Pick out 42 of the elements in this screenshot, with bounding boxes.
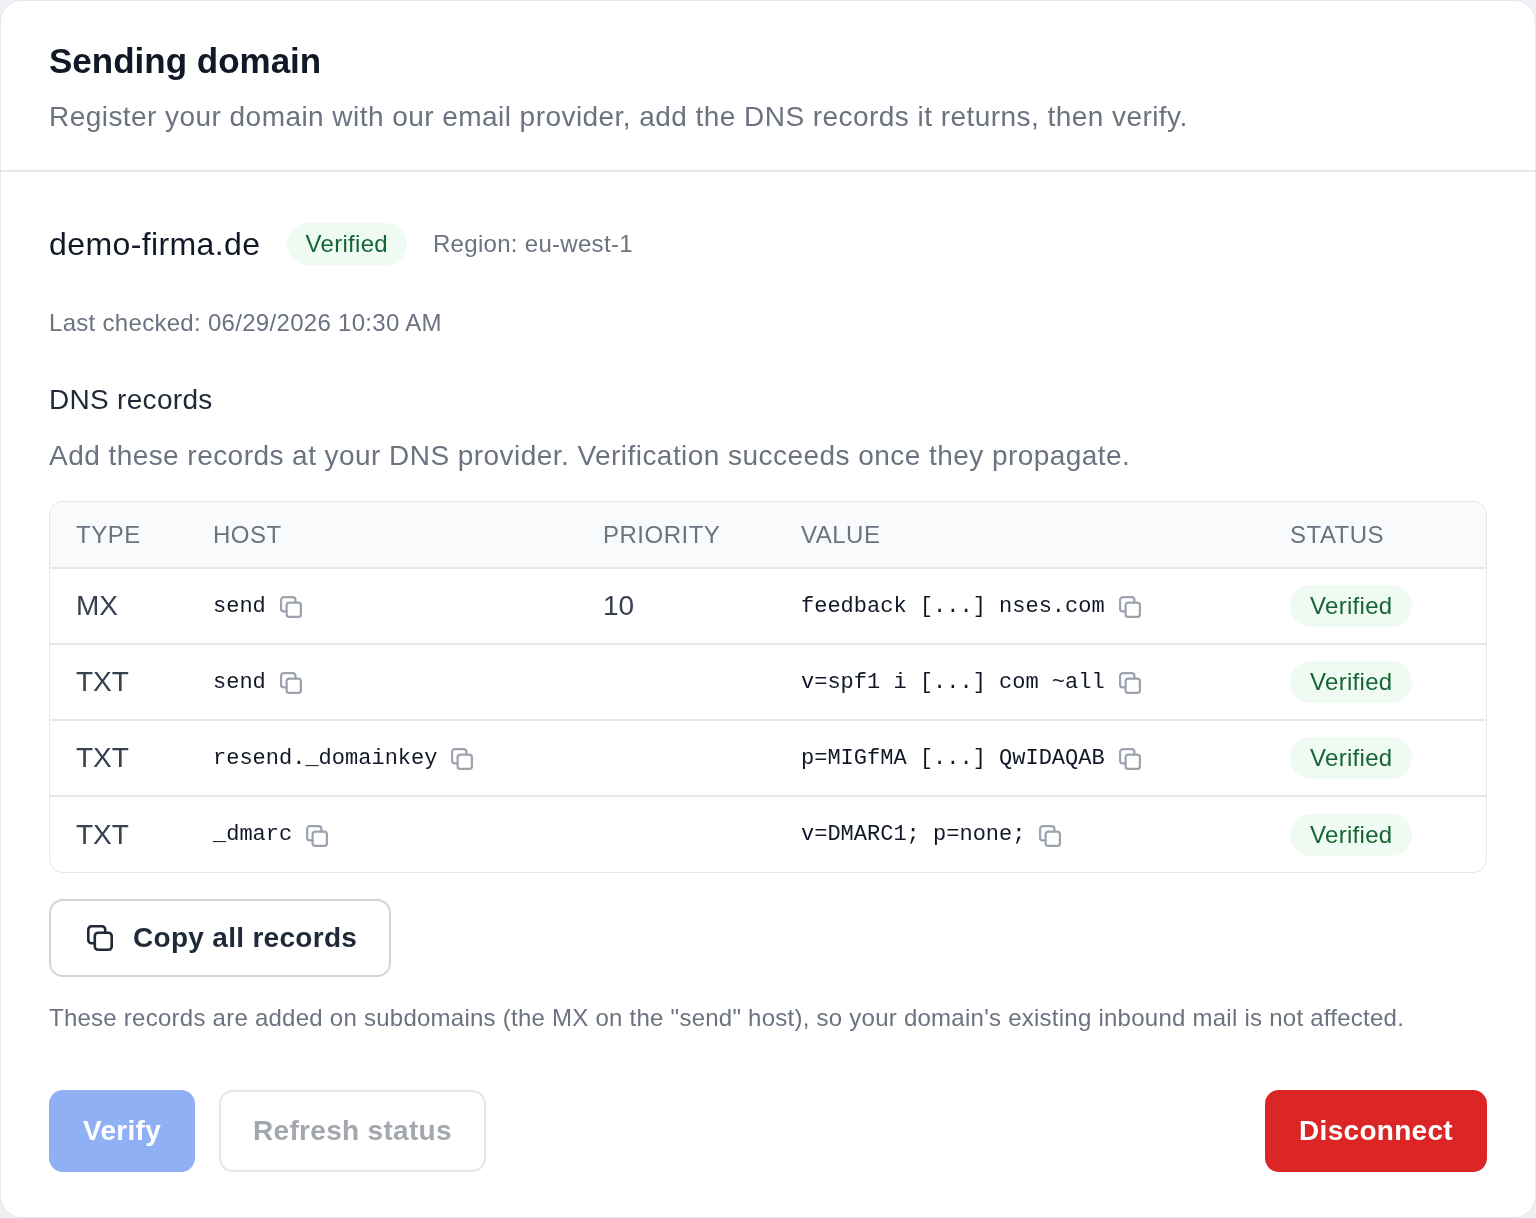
copy-all-records-button[interactable]: Copy all records [49,899,392,977]
status-badge: Verified [1290,813,1413,856]
copy-icon[interactable] [279,596,302,619]
copy-icon[interactable] [451,748,474,771]
column-header: VALUE [775,502,1264,568]
copy-icon[interactable] [1118,672,1141,695]
disconnect-button[interactable]: Disconnect [1265,1090,1487,1172]
host-name: _dmarc [213,822,293,847]
status-badge: Verified [1290,737,1413,779]
record-value: v=DMARC1; p=none; [801,822,1026,847]
dns-records-heading: DNS records [49,383,214,417]
status-badge: Verified [1290,585,1413,627]
copy-icon[interactable] [306,824,329,847]
column-header: PRIORITY [577,502,775,568]
copy-icon[interactable] [279,672,302,695]
section-title: Sending domain [49,41,323,81]
host-name: send [213,593,266,619]
copy-icon[interactable] [1118,748,1141,771]
dns-records-description: Add these records at your DNS provider. Verification succeeds once they propagate. [49,439,1132,473]
section-subtitle: Register your domain with our email provider, add the DNS records it returns, then verify. [49,100,1189,134]
host-name: send [213,669,266,695]
status-badge: Verified [286,223,407,265]
subdomain-note: These records are added on subdomains (the MX on the "send" host), so your domain's existing inbound mail is not affected. [49,1003,1406,1033]
domain-name: demo-firma.de [49,225,261,264]
last-checked-text: Last checked: 06/29/2026 10:30 AM [49,308,443,338]
column-header: STATUS [1264,502,1486,568]
record-value: feedback [...] nses.com [801,593,1105,619]
record-value: p=MIGfMA [...] QwIDAQAB [801,745,1105,771]
copy-icon [87,925,113,951]
copy-icon[interactable] [1118,596,1141,619]
copy-icon[interactable] [1039,824,1062,847]
priority-value: 10 [603,590,635,621]
record-type: MX [76,590,118,621]
host-name: resend._domainkey [213,745,438,771]
status-badge: Verified [1290,661,1413,703]
record-type: TXT [76,818,129,850]
record-type: TXT [76,666,129,697]
record-value: v=spf1 i [...] com ~all [801,669,1105,695]
column-header: HOST [187,502,577,568]
record-type: TXT [76,742,129,773]
region-label: Region: eu-west-1 [432,229,633,259]
column-header: TYPE [50,502,187,568]
